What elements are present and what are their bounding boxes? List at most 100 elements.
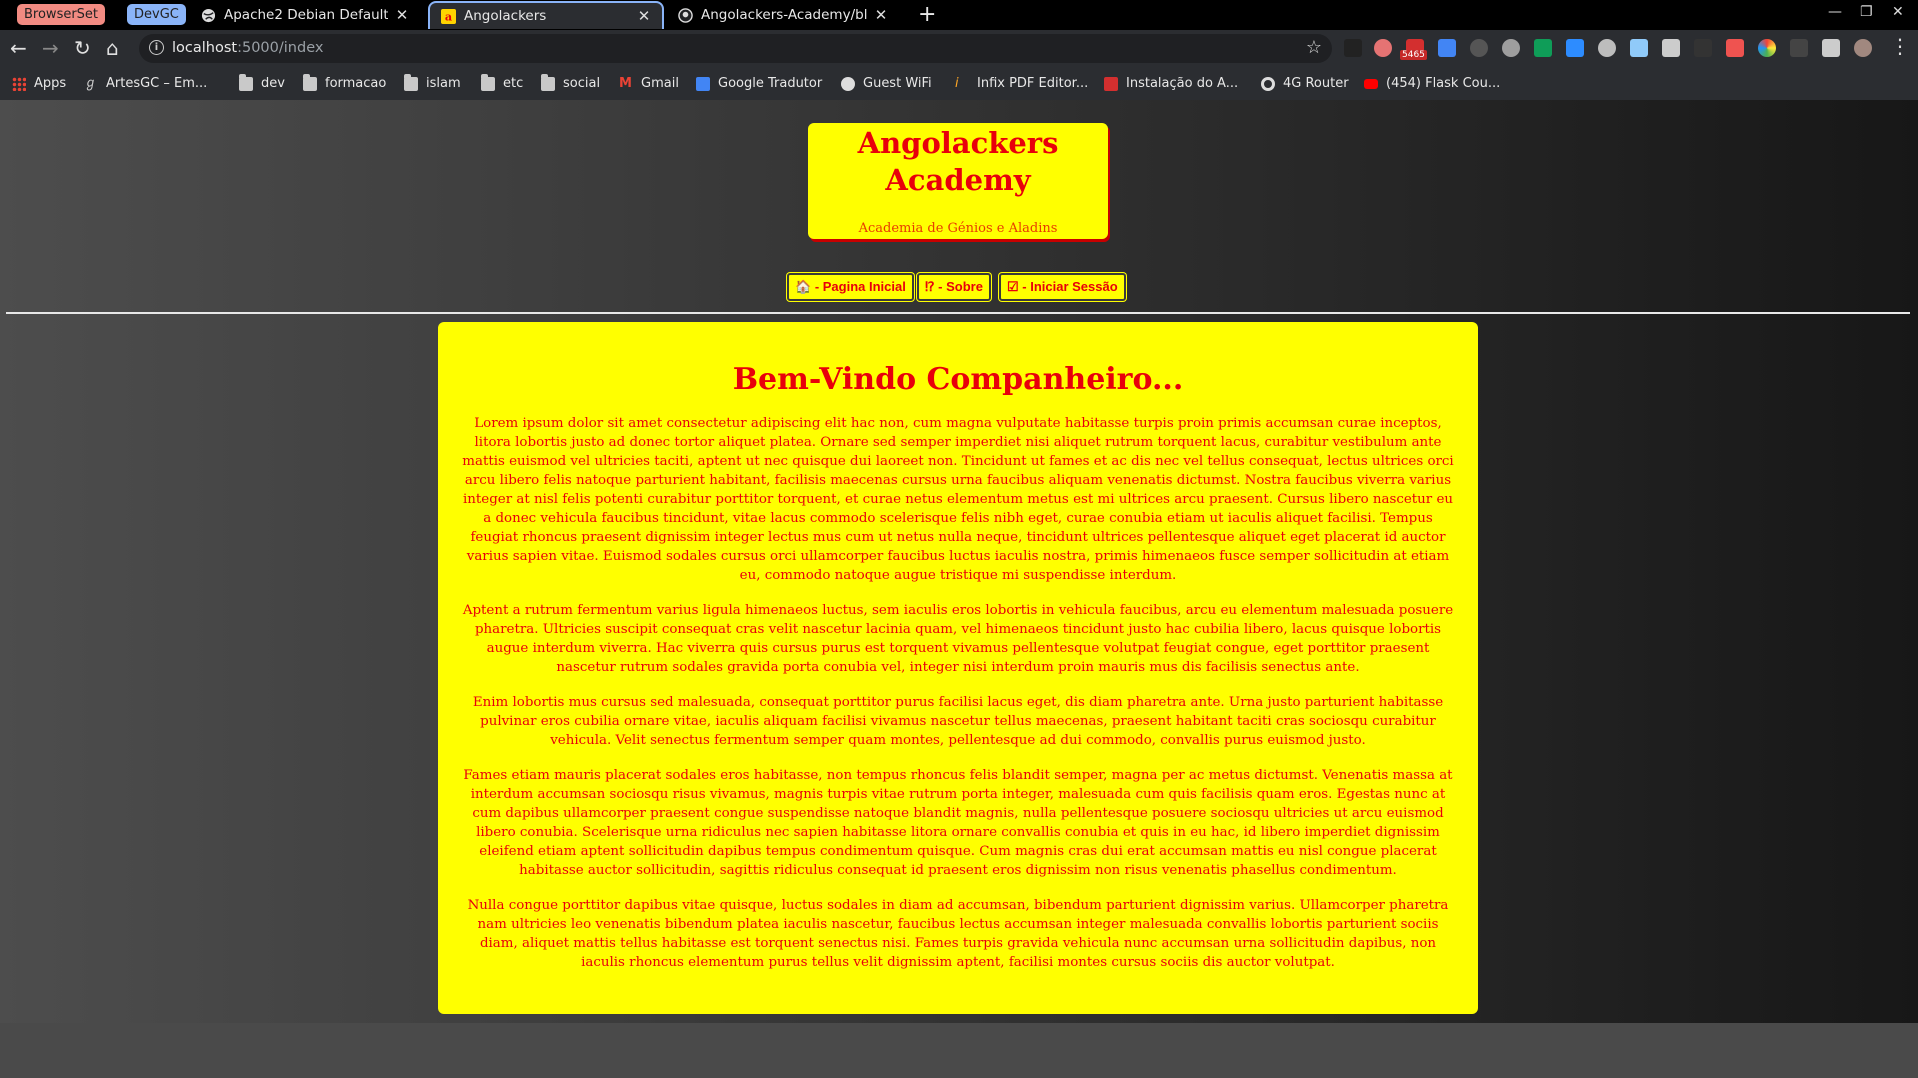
bookmark-label: islam [426, 76, 461, 91]
extension-dark-icon[interactable] [1344, 39, 1362, 57]
nav-sobre-button[interactable]: ⁉ - Sobre [917, 273, 991, 301]
close-icon[interactable]: ✕ [873, 6, 889, 24]
translate-icon [696, 76, 710, 91]
folder-icon [481, 73, 495, 91]
gear-extension-icon[interactable] [1502, 39, 1520, 57]
bookmark-label: Infix PDF Editor... [977, 76, 1089, 91]
artesgc-icon: ℊ [84, 75, 98, 91]
folder-icon [404, 73, 418, 91]
tab-group-browserset[interactable]: BrowserSet [17, 4, 106, 25]
nav-iniciar-sessao-button[interactable]: ☑ - Iniciar Sessão [999, 273, 1126, 301]
main-content-card: Bem-Vindo Companheiro... Lorem ipsum dol… [438, 322, 1478, 1014]
bookmark-star-icon[interactable]: ☆ [1306, 37, 1322, 58]
bookmark-gmail[interactable]: M Gmail [619, 76, 679, 91]
svg-text:a: a [444, 9, 452, 23]
zoom-extension-icon[interactable] [1566, 39, 1584, 57]
apps-grid-icon [12, 76, 26, 91]
router-icon [1261, 76, 1275, 91]
kebab-menu-icon[interactable]: ⋮ [1890, 36, 1910, 56]
close-icon[interactable]: ✕ [394, 6, 410, 24]
extension-tool-icon[interactable] [1662, 39, 1680, 57]
extension-green-icon[interactable] [1534, 39, 1552, 57]
tab-strip: BrowserSet DevGC Apache2 Debian Default … [0, 0, 1918, 30]
extension-glasses-icon[interactable] [1470, 39, 1488, 57]
avatar[interactable] [1854, 39, 1872, 57]
url-path: :5000/index [237, 40, 324, 56]
bookmark-folder-islam[interactable]: islam [404, 73, 461, 91]
tab-github[interactable]: Angolackers-Academy/blo ✕ [667, 1, 899, 29]
extension-pen-icon[interactable] [1630, 39, 1648, 57]
close-window-icon[interactable]: ✕ [1892, 4, 1904, 20]
folder-icon [303, 73, 317, 91]
bookmark-label: Guest WiFi [863, 76, 932, 91]
github-icon [677, 7, 693, 23]
browser-toolbar: ← → ↻ ⌂ i localhost:5000/index ☆ ⋮ [0, 30, 1918, 68]
home-icon[interactable]: ⌂ [106, 38, 119, 58]
minimize-icon[interactable]: — [1828, 4, 1842, 20]
adobe-icon [1104, 76, 1118, 91]
back-arrow-icon[interactable]: ← [10, 38, 27, 58]
bookmark-google-tradutor[interactable]: Google Tradutor [696, 76, 822, 91]
bookmark-label: Instalação do A... [1126, 76, 1239, 91]
forward-arrow-icon[interactable]: → [42, 38, 59, 58]
bookmark-label: Apps [34, 76, 67, 91]
url-text[interactable]: localhost:5000/index [172, 40, 323, 56]
extension-badge: 5465 [1400, 50, 1427, 60]
bookmark-label: formacao [325, 76, 387, 91]
new-tab-plus-icon[interactable]: + [918, 2, 936, 27]
restore-icon[interactable]: ❐ [1860, 4, 1873, 20]
color-picker-extension-icon[interactable] [1758, 39, 1776, 57]
bookmark-4g-router[interactable]: 4G Router [1261, 76, 1349, 91]
bookmark-guest-wifi[interactable]: Guest WiFi [841, 76, 932, 91]
tab-title: Angolackers [464, 8, 547, 24]
extension-calendar-icon[interactable] [1726, 39, 1744, 57]
gmail-icon: M [619, 75, 632, 91]
reload-icon[interactable]: ↻ [74, 38, 91, 58]
extension-cloud-icon[interactable] [1598, 39, 1616, 57]
translate-extension-icon[interactable] [1438, 39, 1456, 57]
infix-icon: i [955, 75, 959, 91]
content-paragraph: Enim lobortis mus cursus sed malesuada, … [472, 695, 1444, 748]
puzzle-extensions-icon[interactable] [1822, 39, 1840, 57]
bookmark-flask-course[interactable]: (454) Flask Cou... [1364, 76, 1500, 91]
site-nav: 🏠 - Pagina Inicial ⁉ - Sobre ☑ - Iniciar… [0, 273, 1918, 301]
bookmark-label: ArtesGC – Em... [106, 76, 208, 91]
bookmark-infix[interactable]: i Infix PDF Editor... [955, 76, 1088, 91]
interrobang-emoji-icon: ⁉ [925, 279, 935, 294]
nav-label: - Sobre [938, 279, 983, 294]
nav-pagina-inicial-button[interactable]: 🏠 - Pagina Inicial [787, 273, 914, 301]
address-bar[interactable]: i localhost:5000/index ☆ [139, 34, 1332, 63]
tab-apache[interactable]: Apache2 Debian Default Pa ✕ [190, 1, 420, 29]
globe-icon [200, 7, 216, 23]
bookmark-label: dev [261, 76, 285, 91]
extension-l-icon[interactable] [1694, 39, 1712, 57]
youtube-icon [1364, 78, 1378, 89]
close-icon[interactable]: ✕ [636, 7, 652, 25]
bookmark-instalacao[interactable]: Instalação do A... [1104, 76, 1238, 91]
checkbox-emoji-icon: ☑ [1007, 279, 1019, 294]
bookmark-label: etc [503, 76, 524, 91]
extension-cat-icon[interactable] [1374, 39, 1392, 57]
page-bottom-area [0, 1023, 1918, 1078]
tab-group-devgc[interactable]: DevGC [127, 4, 186, 25]
browser-chrome: BrowserSet DevGC Apache2 Debian Default … [0, 0, 1918, 100]
horizontal-divider [6, 312, 1910, 314]
bookmark-folder-dev[interactable]: dev [239, 73, 285, 91]
bookmark-folder-etc[interactable]: etc [481, 73, 524, 91]
nav-label: - Pagina Inicial [814, 279, 906, 294]
tab-angolackers[interactable]: a Angolackers ✕ [428, 1, 664, 29]
info-icon[interactable]: i [149, 40, 164, 55]
bookmark-folder-social[interactable]: social [541, 73, 601, 91]
folder-icon [239, 73, 253, 91]
bookmark-apps[interactable]: Apps [12, 76, 66, 91]
bookmark-folder-formacao[interactable]: formacao [303, 73, 387, 91]
bookmark-label: Google Tradutor [718, 76, 823, 91]
extension-vd-icon[interactable] [1790, 39, 1808, 57]
url-host: localhost [172, 40, 238, 56]
bookmark-label: social [563, 76, 601, 91]
content-paragraph: Lorem ipsum dolor sit amet consectetur a… [462, 416, 1454, 583]
bookmark-artesgc[interactable]: ℊ ArtesGC – Em... [84, 76, 207, 91]
site-brand-box: Angolackers Academy Academia de Génios e… [808, 123, 1108, 239]
welcome-heading: Bem-Vindo Companheiro... [732, 362, 1184, 397]
content-paragraph: Aptent a rutrum fermentum varius ligula … [462, 603, 1454, 675]
